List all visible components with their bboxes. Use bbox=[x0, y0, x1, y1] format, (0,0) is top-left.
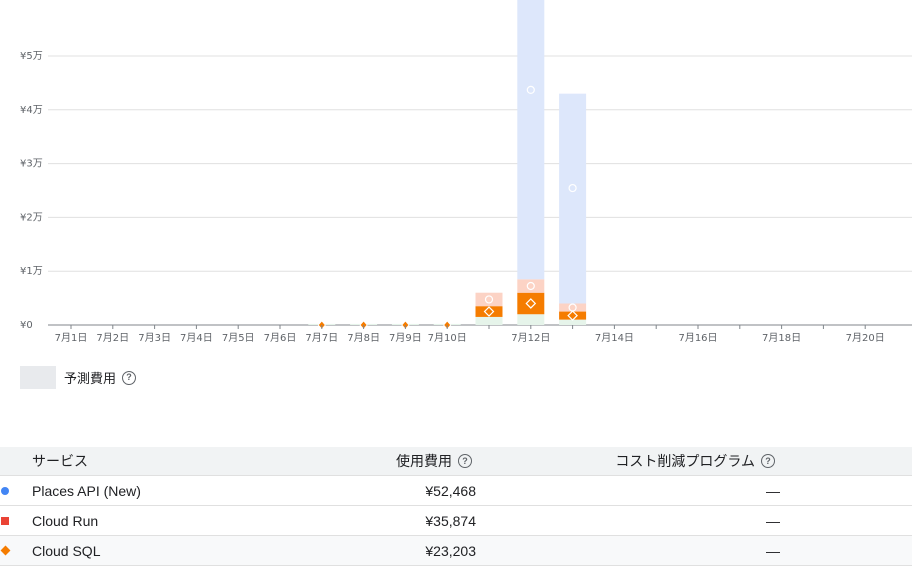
x-tick-label: 7月8日 bbox=[347, 332, 380, 344]
table-header: サービス 使用費用 ? コスト削減プログラム ? bbox=[0, 447, 912, 476]
gridlines bbox=[48, 55, 912, 326]
x-tick-label: 7月20日 bbox=[846, 332, 885, 344]
forecast-swatch bbox=[20, 366, 56, 389]
table-row[interactable]: Places API (New) ¥52,468 — bbox=[0, 476, 912, 506]
service-name: Places API (New) bbox=[32, 482, 141, 499]
help-icon[interactable]: ? bbox=[458, 454, 472, 468]
legend: 予測費用 ? bbox=[20, 366, 137, 389]
header-program: コスト削減プログラム ? bbox=[615, 447, 775, 475]
x-tick-label: 7月6日 bbox=[264, 332, 297, 344]
x-tick-label: 7月12日 bbox=[511, 332, 550, 344]
x-tick-label: 7月2日 bbox=[96, 332, 129, 344]
service-name: Cloud SQL bbox=[32, 542, 101, 559]
header-service: サービス bbox=[32, 453, 88, 469]
header-program-label: コスト削減プログラム bbox=[615, 453, 755, 469]
x-tick-label: 7月4日 bbox=[180, 332, 213, 344]
service-name: Cloud Run bbox=[32, 512, 99, 529]
help-icon[interactable]: ? bbox=[122, 370, 137, 385]
bar-cloud-run bbox=[517, 292, 545, 315]
y-tick-label: ¥3万 bbox=[20, 159, 43, 170]
x-tick-label: 7月18日 bbox=[762, 332, 801, 344]
y-tick-label: ¥0 bbox=[20, 320, 33, 331]
x-tick-label: 7月7日 bbox=[305, 332, 338, 344]
circle-icon bbox=[1, 486, 9, 495]
x-tick-label: 7月3日 bbox=[138, 332, 171, 344]
legend-label: 予測費用 bbox=[64, 371, 117, 386]
y-tick-labels: ¥0 ¥1万 ¥2万 ¥3万 ¥4万 ¥5万 bbox=[20, 51, 43, 331]
bar-cloud-run bbox=[559, 311, 587, 320]
x-tick-label: 7月1日 bbox=[55, 332, 88, 344]
service-program: — bbox=[766, 482, 780, 499]
square-icon bbox=[1, 516, 9, 525]
service-program: — bbox=[766, 512, 780, 529]
y-tick-label: ¥2万 bbox=[20, 212, 43, 223]
cost-chart: ¥0¥1万¥2万¥3万¥4万¥5万 7月1日 7月2日 7月3日 7月4日 7月5日 7月… bbox=[20, 0, 912, 344]
bar-places-forecast bbox=[559, 93, 587, 304]
bar-cloud-run-forecast bbox=[475, 292, 503, 307]
y-tick-label: ¥5万 bbox=[20, 51, 43, 62]
x-tick-label: 7月10日 bbox=[428, 332, 467, 344]
y-tick-label: ¥1万 bbox=[20, 266, 43, 277]
service-cost: ¥35,874 bbox=[425, 512, 476, 529]
bar-cloud-run-forecast bbox=[517, 279, 545, 293]
help-icon[interactable]: ? bbox=[761, 454, 775, 468]
x-tick-label: 7月9日 bbox=[389, 332, 422, 344]
x-tick-label: 7月16日 bbox=[678, 332, 717, 344]
x-tick-label: 7月14日 bbox=[595, 332, 634, 344]
x-tick-label: 7月5日 bbox=[222, 332, 255, 344]
bars bbox=[308, 0, 587, 325]
header-cost-label: 使用費用 bbox=[396, 453, 452, 469]
service-table: サービス 使用費用 ? コスト削減プログラム ? Places API (New… bbox=[0, 447, 912, 566]
service-cost: ¥23,203 bbox=[425, 542, 476, 559]
bar-places-forecast bbox=[517, 0, 545, 280]
bar-cloud-sql bbox=[517, 314, 545, 325]
bar-cloud-sql bbox=[475, 316, 503, 325]
y-tick-label: ¥4万 bbox=[20, 105, 43, 116]
diamond-icon bbox=[0, 545, 10, 556]
service-program: — bbox=[766, 542, 780, 559]
x-tick-labels: 7月1日 7月2日 7月3日 7月4日 7月5日 7月6日 7月7日 7月8日 7月9日 7月10… bbox=[55, 325, 885, 344]
table-row[interactable]: Cloud Run ¥35,874 — bbox=[0, 506, 912, 536]
service-cost: ¥52,468 bbox=[425, 482, 476, 499]
header-cost: 使用費用 ? bbox=[396, 447, 472, 475]
